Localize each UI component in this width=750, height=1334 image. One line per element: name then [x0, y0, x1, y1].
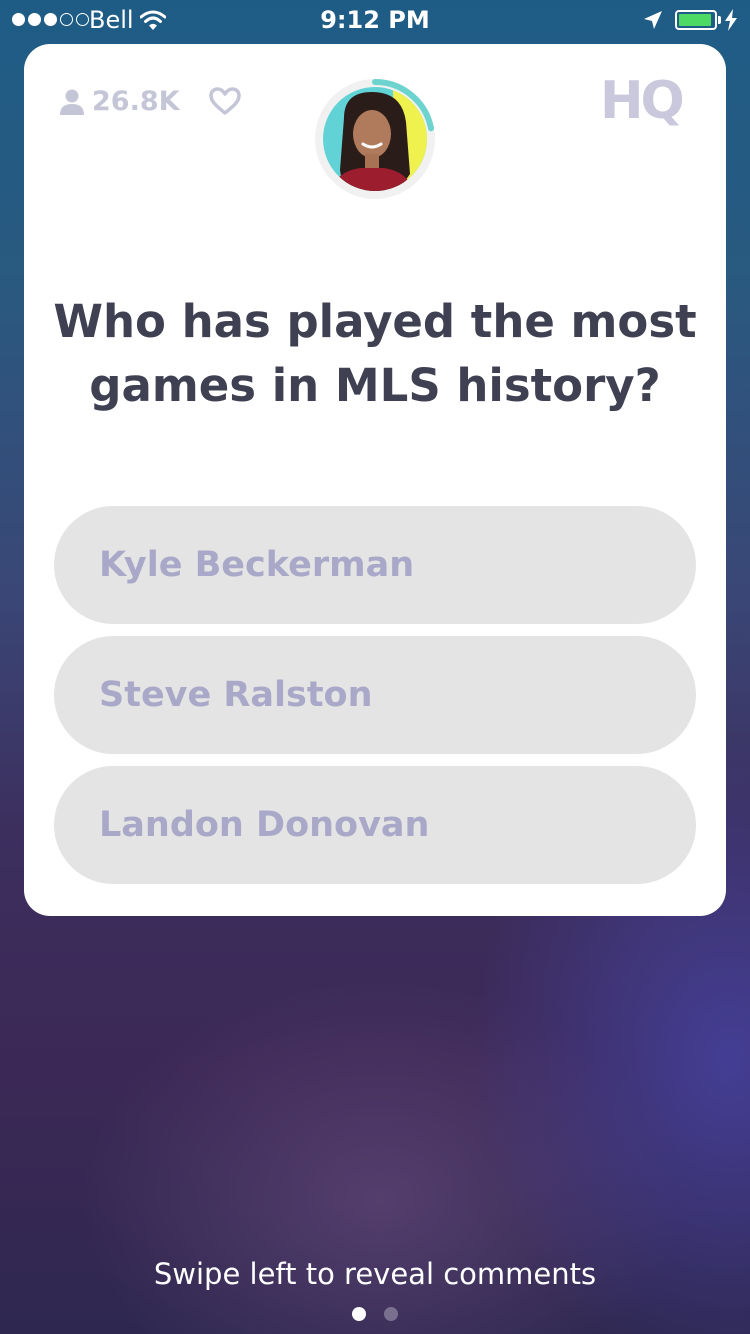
- heart-icon[interactable]: [208, 86, 242, 116]
- answer-option[interactable]: Steve Ralston: [54, 636, 696, 754]
- page-indicator[interactable]: [0, 1307, 750, 1321]
- battery-cap: [718, 16, 721, 24]
- hq-logo: HQ: [600, 71, 686, 128]
- status-bar: Bell 9:12 PM: [0, 0, 750, 40]
- battery-level: [679, 14, 712, 26]
- hq-logo-text: HQ: [600, 71, 683, 128]
- viewer-counter: 26.8K: [60, 86, 180, 117]
- battery-icon: [675, 10, 717, 30]
- answer-list: Kyle Beckerman Steve Ralston Landon Dono…: [54, 506, 696, 896]
- question-card: 26.8K HQ Who has played the most games i…: [24, 44, 726, 916]
- location-arrow-icon: [644, 11, 662, 29]
- status-time: 9:12 PM: [320, 6, 430, 34]
- answer-label: Landon Donovan: [99, 805, 430, 845]
- host-avatar: [315, 79, 435, 199]
- charging-bolt-icon: [725, 9, 737, 31]
- page-dot-1[interactable]: [352, 1307, 366, 1321]
- page-dot-2[interactable]: [384, 1307, 398, 1321]
- swipe-hint: Swipe left to reveal comments: [153, 1257, 597, 1291]
- person-icon: [60, 89, 84, 115]
- viewer-count: 26.8K: [92, 86, 180, 117]
- answer-label: Steve Ralston: [99, 675, 373, 715]
- answer-option[interactable]: Kyle Beckerman: [54, 506, 696, 624]
- question-text: Who has played the most games in MLS his…: [53, 295, 697, 412]
- answer-option[interactable]: Landon Donovan: [54, 766, 696, 884]
- answer-label: Kyle Beckerman: [99, 545, 415, 585]
